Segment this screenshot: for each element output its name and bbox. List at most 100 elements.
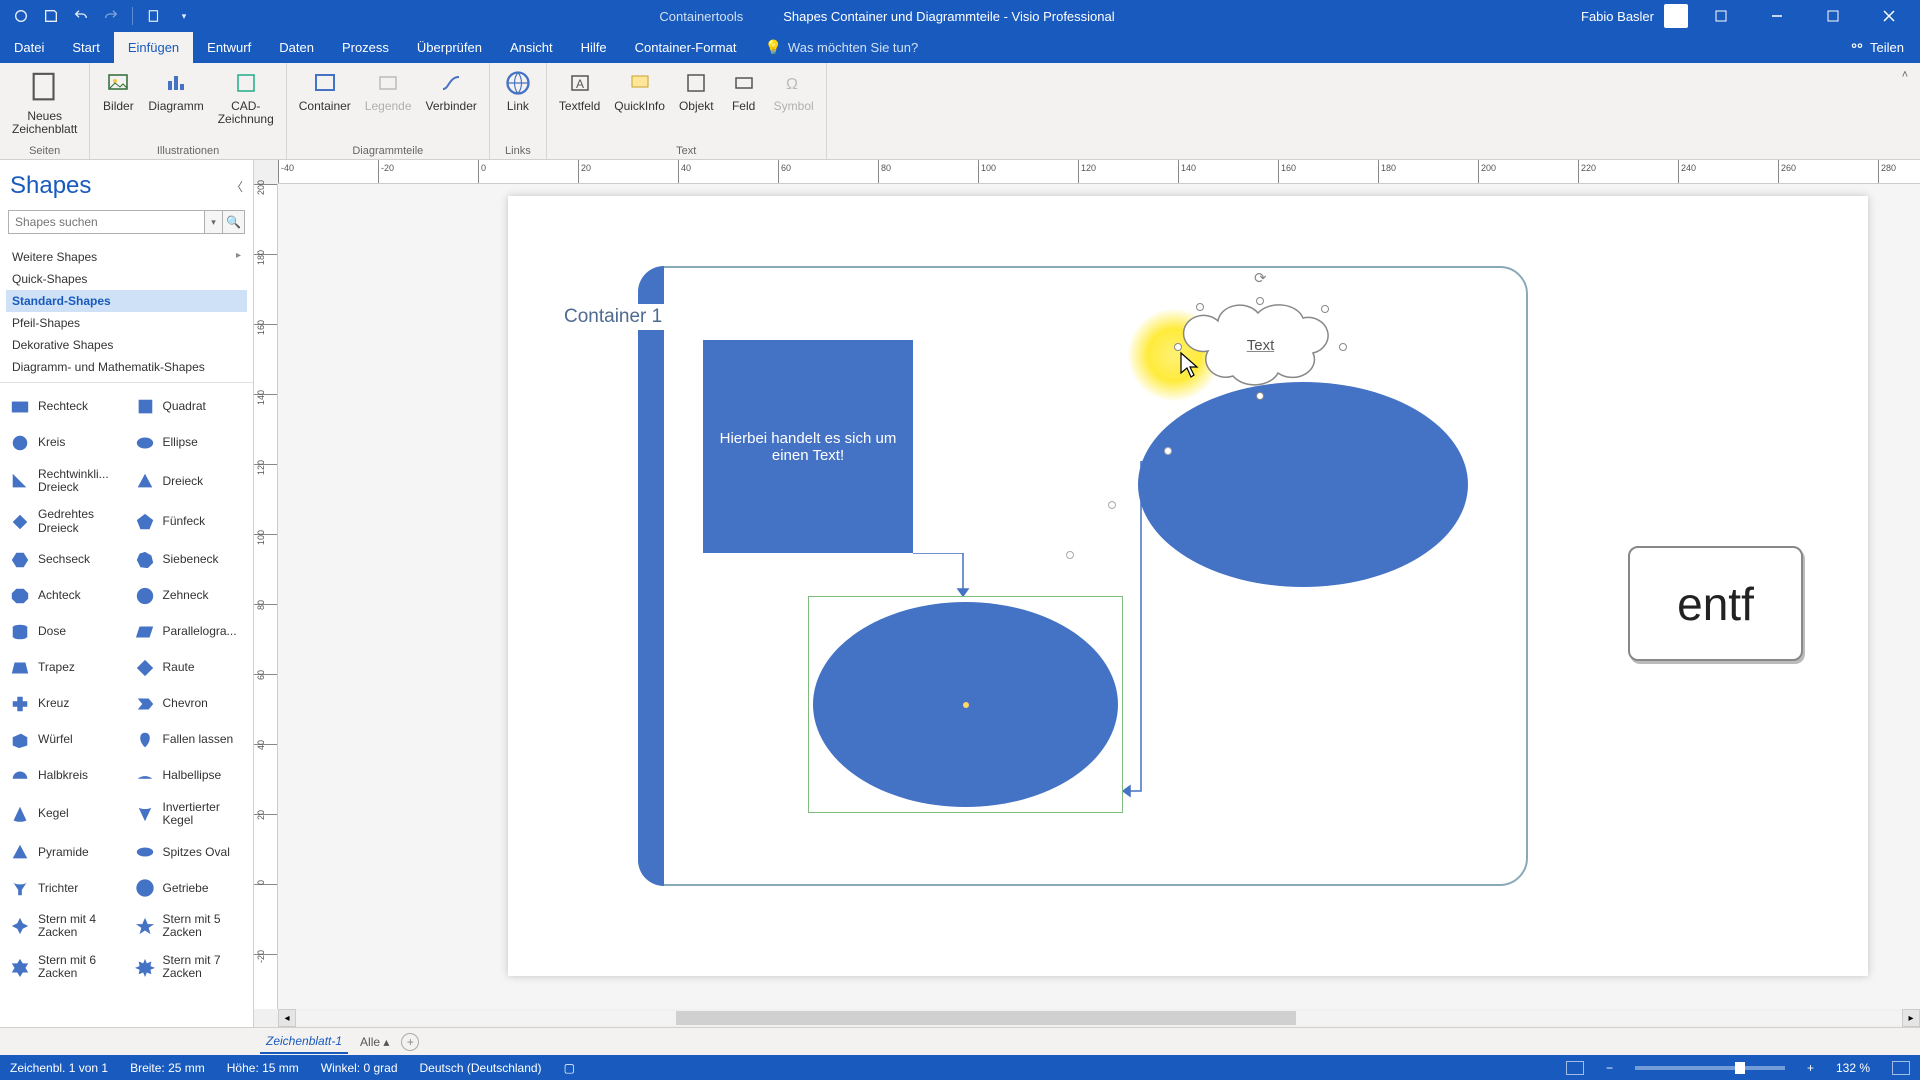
menu-tab-überprüfen[interactable]: Überprüfen <box>403 32 496 63</box>
category-weitere-shapes[interactable]: Weitere Shapes▸ <box>6 246 247 268</box>
collapse-ribbon-icon[interactable]: ˄ <box>1890 63 1920 159</box>
add-sheet-button[interactable]: + <box>401 1033 419 1051</box>
shapes-search-input[interactable] <box>8 210 205 234</box>
ribbon-cad--zeichnung[interactable]: CAD- Zeichnung <box>214 67 278 128</box>
new-blank-icon[interactable] <box>145 7 163 25</box>
shape-stencil-item[interactable]: Parallelogra... <box>127 614 252 650</box>
shape-stencil-item[interactable]: Getriebe <box>127 870 252 906</box>
selection-handle[interactable] <box>1256 297 1264 305</box>
shape-stencil-item[interactable]: Rechteck <box>2 389 127 425</box>
shape-stencil-item[interactable]: Dose <box>2 614 127 650</box>
selection-handle[interactable] <box>1256 392 1264 400</box>
menu-tab-entwurf[interactable]: Entwurf <box>193 32 265 63</box>
connection-point[interactable] <box>1066 551 1074 559</box>
search-go-icon[interactable]: 🔍 <box>223 210 245 234</box>
category-quick-shapes[interactable]: Quick-Shapes <box>6 268 247 290</box>
shape-stencil-item[interactable]: Siebeneck <box>127 542 252 578</box>
selection-handle[interactable] <box>1196 303 1204 311</box>
shape-stencil-item[interactable]: Achteck <box>2 578 127 614</box>
shape-stencil-item[interactable]: Stern mit 5 Zacken <box>127 906 252 946</box>
zoom-out-icon[interactable]: − <box>1606 1061 1613 1075</box>
ellipse-shape-2[interactable] <box>1138 382 1468 587</box>
category-dekorative-shapes[interactable]: Dekorative Shapes <box>6 334 247 356</box>
menu-tab-hilfe[interactable]: Hilfe <box>567 32 621 63</box>
ribbon-bilder[interactable]: Bilder <box>98 67 138 115</box>
scroll-right-icon[interactable]: ▸ <box>1902 1009 1920 1027</box>
shape-stencil-item[interactable]: Rechtwinkli... Dreieck <box>2 461 127 501</box>
ribbon-diagramm[interactable]: Diagramm <box>144 67 207 115</box>
shape-stencil-item[interactable]: Kegel <box>2 794 127 834</box>
callout-cloud[interactable]: Text <box>1178 301 1343 396</box>
share-button[interactable]: Teilen <box>1834 32 1920 63</box>
shape-stencil-item[interactable]: Stern mit 6 Zacken <box>2 947 127 987</box>
ribbon-neues-zeichenblatt[interactable]: Neues Zeichenblatt <box>8 67 81 138</box>
shape-stencil-item[interactable]: Fünfeck <box>127 501 252 541</box>
zoom-in-icon[interactable]: + <box>1807 1061 1814 1075</box>
selection-handle[interactable] <box>1339 343 1347 351</box>
save-icon[interactable] <box>42 7 60 25</box>
search-dropdown-icon[interactable]: ▾ <box>205 210 223 234</box>
maximize-button[interactable] <box>1810 0 1856 32</box>
menu-tab-datei[interactable]: Datei <box>0 32 58 63</box>
close-button[interactable] <box>1866 0 1912 32</box>
qat-customize-icon[interactable]: ▾ <box>175 7 193 25</box>
ellipse-shape-1[interactable] <box>813 602 1118 807</box>
menu-tab-container-format[interactable]: Container-Format <box>621 32 751 63</box>
ribbon-verbinder[interactable]: Verbinder <box>422 67 481 115</box>
zoom-slider[interactable] <box>1635 1066 1785 1070</box>
shape-stencil-item[interactable]: Pyramide <box>2 834 127 870</box>
shape-stencil-item[interactable]: Zehneck <box>127 578 252 614</box>
ribbon-objekt[interactable]: Objekt <box>675 67 718 115</box>
shape-stencil-item[interactable]: Trapez <box>2 650 127 686</box>
status-language[interactable]: Deutsch (Deutschland) <box>420 1061 542 1075</box>
shape-stencil-item[interactable]: Halbellipse <box>127 758 252 794</box>
selection-handle[interactable] <box>1321 305 1329 313</box>
ribbon-feld[interactable]: Feld <box>724 67 764 115</box>
rectangle-shape[interactable]: Hierbei handelt es sich um einen Text! <box>703 340 913 553</box>
horizontal-scrollbar[interactable]: ◂ ▸ <box>278 1009 1920 1027</box>
ribbon-link[interactable]: Link <box>498 67 538 115</box>
shape-stencil-item[interactable]: Würfel <box>2 722 127 758</box>
menu-tab-ansicht[interactable]: Ansicht <box>496 32 567 63</box>
shape-stencil-item[interactable]: Spitzes Oval <box>127 834 252 870</box>
macro-record-icon[interactable]: ▢ <box>564 1061 575 1075</box>
shapes-search[interactable]: ▾ 🔍 <box>8 210 245 234</box>
sheet-tab-active[interactable]: Zeichenblatt-1 <box>260 1030 348 1054</box>
connection-point[interactable] <box>1164 447 1172 455</box>
menu-tab-einfügen[interactable]: Einfügen <box>114 32 193 63</box>
ribbon-display-icon[interactable] <box>1698 0 1744 32</box>
ribbon-container[interactable]: Container <box>295 67 355 115</box>
shape-stencil-item[interactable]: Gedrehtes Dreieck <box>2 501 127 541</box>
category-standard-shapes[interactable]: Standard-Shapes <box>6 290 247 312</box>
selection-handle[interactable] <box>1174 343 1182 351</box>
menu-tab-prozess[interactable]: Prozess <box>328 32 403 63</box>
scroll-left-icon[interactable]: ◂ <box>278 1009 296 1027</box>
cloud-text[interactable]: Text <box>1178 337 1343 354</box>
user-avatar[interactable] <box>1664 4 1688 28</box>
shape-stencil-item[interactable]: Kreis <box>2 425 127 461</box>
shape-stencil-item[interactable]: Sechseck <box>2 542 127 578</box>
redo-icon[interactable] <box>102 7 120 25</box>
shape-stencil-item[interactable]: Chevron <box>127 686 252 722</box>
shape-stencil-item[interactable]: Halbkreis <box>2 758 127 794</box>
shape-stencil-item[interactable]: Quadrat <box>127 389 252 425</box>
ribbon-quickinfo[interactable]: QuickInfo <box>610 67 669 115</box>
container-label[interactable]: Container 1 <box>558 304 668 330</box>
drawing-page[interactable]: Container 1 Hierbei handelt es sich um e… <box>508 196 1868 976</box>
menu-tab-daten[interactable]: Daten <box>265 32 328 63</box>
minimize-button[interactable] <box>1754 0 1800 32</box>
ribbon-textfeld[interactable]: ATextfeld <box>555 67 604 115</box>
shapes-panel-collapse-icon[interactable]: 〈 <box>231 178 243 195</box>
shape-stencil-item[interactable]: Ellipse <box>127 425 252 461</box>
connection-point[interactable] <box>1108 501 1116 509</box>
rotation-handle-icon[interactable]: ⟳ <box>1254 269 1267 287</box>
sheet-all-button[interactable]: Alle ▴ <box>360 1035 389 1049</box>
shape-stencil-item[interactable]: Invertierter Kegel <box>127 794 252 834</box>
autosave-icon[interactable] <box>12 7 30 25</box>
shape-stencil-item[interactable]: Stern mit 7 Zacken <box>127 947 252 987</box>
shape-stencil-item[interactable]: Fallen lassen <box>127 722 252 758</box>
scrollbar-thumb[interactable] <box>676 1011 1296 1025</box>
category-diagramm--und-mathematik-shapes[interactable]: Diagramm- und Mathematik-Shapes <box>6 356 247 378</box>
user-name[interactable]: Fabio Basler <box>1581 9 1654 24</box>
tell-me-search[interactable]: 💡 Was möchten Sie tun? <box>750 32 918 63</box>
